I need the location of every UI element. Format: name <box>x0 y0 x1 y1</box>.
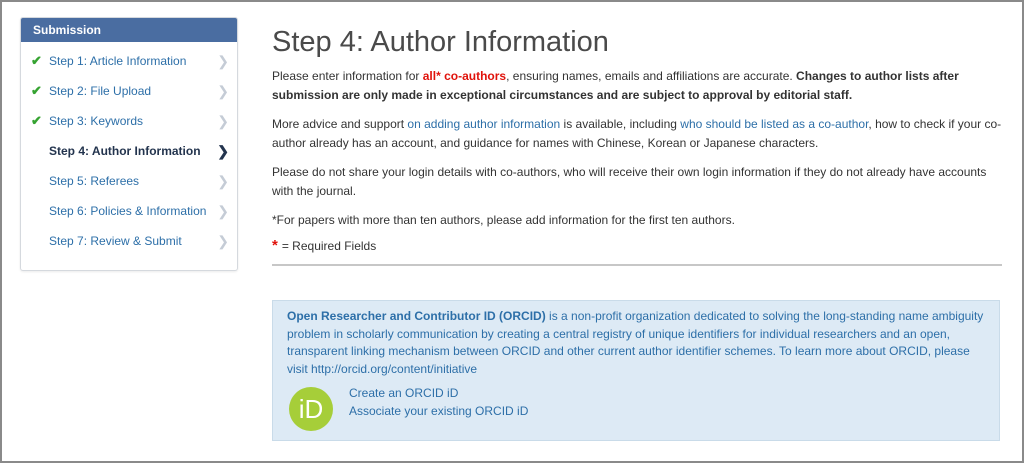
sidebar-item-label: Step 3: Keywords <box>49 114 144 128</box>
page-title: Step 4: Author Information <box>272 26 609 58</box>
intro-paragraph: Please enter information for all* co-aut… <box>272 67 1002 105</box>
ten-authors-note: *For papers with more than ten authors, … <box>272 213 735 227</box>
check-icon: ✔ <box>31 83 42 98</box>
advice-text: More advice and support <box>272 117 408 131</box>
chevron-right-icon: ❯ <box>217 173 229 189</box>
sidebar-item-label: Step 7: Review & Submit <box>49 234 182 248</box>
orcid-title: Open Researcher and Contributor ID (ORCI… <box>287 309 546 323</box>
sidebar-item-step-1[interactable]: ✔ Step 1: Article Information ❯ <box>21 46 237 76</box>
orcid-description: Open Researcher and Contributor ID (ORCI… <box>287 308 987 378</box>
page-frame: Submission ✔ Step 1: Article Information… <box>0 0 1024 463</box>
adding-author-info-link[interactable]: on adding author information <box>407 117 560 131</box>
required-star: * <box>272 237 278 254</box>
advice-text-cont: is available, including <box>560 117 681 131</box>
section-divider <box>272 264 1002 266</box>
required-fields-note: * = Required Fields <box>272 236 1002 256</box>
orcid-links: Create an ORCID iD Associate your existi… <box>349 385 528 420</box>
login-warning-paragraph: Please do not share your login details w… <box>272 165 987 198</box>
sidebar-item-label: Step 4: Author Information <box>49 144 201 158</box>
submission-sidebar: Submission ✔ Step 1: Article Information… <box>20 17 238 271</box>
chevron-right-icon: ❯ <box>217 203 229 219</box>
chevron-right-icon: ❯ <box>217 113 229 129</box>
chevron-right-icon: ❯ <box>217 143 229 159</box>
sidebar-item-step-5[interactable]: Step 5: Referees ❯ <box>21 166 237 196</box>
check-icon: ✔ <box>31 53 42 68</box>
sidebar-item-step-7[interactable]: Step 7: Review & Submit ❯ <box>21 226 237 256</box>
intro-text-cont: , ensuring names, emails and affiliation… <box>506 69 797 83</box>
sidebar-item-label: Step 5: Referees <box>49 174 140 188</box>
main-content: Step 4: Author Information Please enter … <box>272 22 1002 266</box>
orcid-info-box: Open Researcher and Contributor ID (ORCI… <box>272 300 1000 441</box>
steps-nav: ✔ Step 1: Article Information ❯ ✔ Step 2… <box>21 42 237 256</box>
sidebar-item-step-4[interactable]: Step 4: Author Information ❯ <box>21 136 237 166</box>
chevron-right-icon: ❯ <box>217 53 229 69</box>
chevron-right-icon: ❯ <box>217 83 229 99</box>
sidebar-item-label: Step 2: File Upload <box>49 84 152 98</box>
check-icon: ✔ <box>31 113 42 128</box>
sidebar-item-label: Step 1: Article Information <box>49 54 187 68</box>
sidebar-item-step-3[interactable]: ✔ Step 3: Keywords ❯ <box>21 106 237 136</box>
chevron-right-icon: ❯ <box>217 233 229 249</box>
all-coauthors-highlight: all* co-authors <box>422 69 507 83</box>
sidebar-item-step-2[interactable]: ✔ Step 2: File Upload ❯ <box>21 76 237 106</box>
associate-orcid-link[interactable]: Associate your existing ORCID iD <box>349 403 528 421</box>
orcid-logo-icon: iD <box>289 387 333 431</box>
intro-text: Please enter information for <box>272 69 423 83</box>
create-orcid-link[interactable]: Create an ORCID iD <box>349 385 528 403</box>
sidebar-item-step-6[interactable]: Step 6: Policies & Information ❯ <box>21 196 237 226</box>
advice-paragraph: More advice and support on adding author… <box>272 115 1002 153</box>
sidebar-header: Submission <box>21 18 237 42</box>
who-coauthor-link[interactable]: who should be listed as a co-author <box>680 117 868 131</box>
required-text: = Required Fields <box>281 239 377 253</box>
sidebar-item-label: Step 6: Policies & Information <box>49 204 207 218</box>
